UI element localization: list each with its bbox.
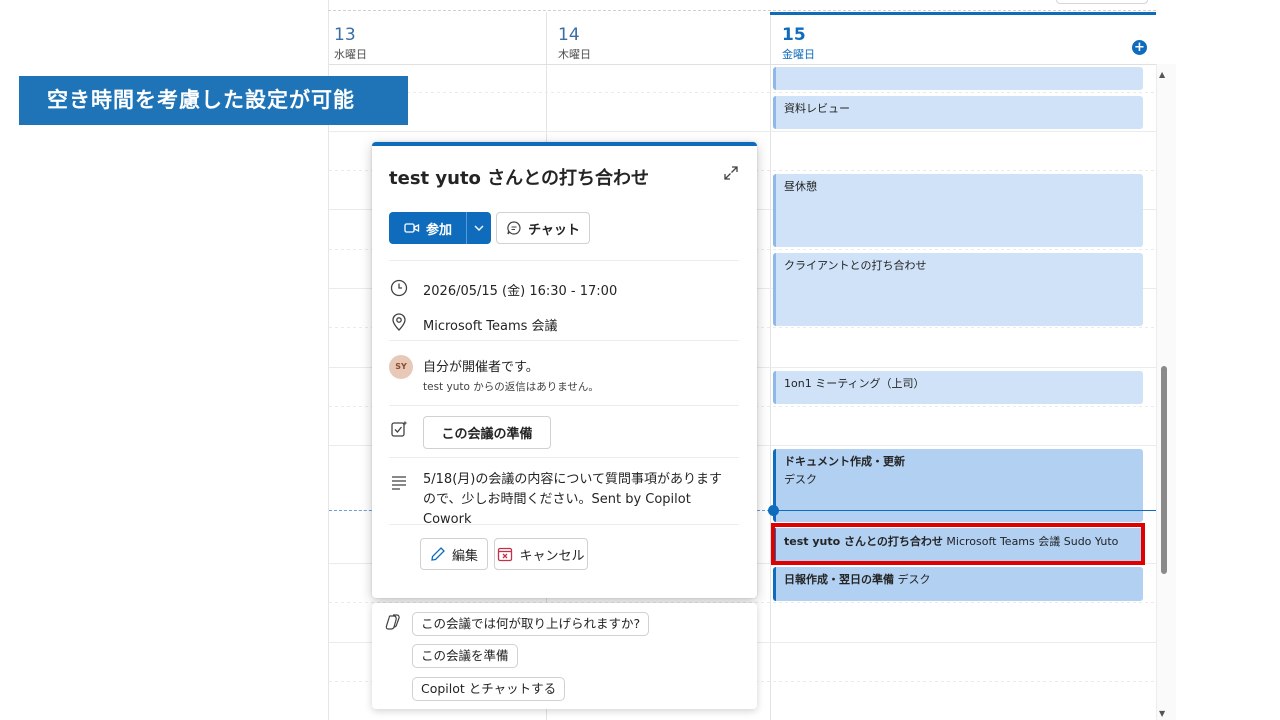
avatar[interactable]: SY [389, 355, 413, 379]
edit-button[interactable]: 編集 [420, 538, 488, 570]
chat-icon [507, 221, 521, 235]
event-description: 5/18(月)の会議の内容について質問事項がありますので、少しお時間ください。S… [423, 472, 722, 527]
day-number: 14 [558, 25, 580, 45]
day-header-15[interactable]: 15 金曜日 [776, 12, 1156, 64]
join-button[interactable]: 参加 [389, 212, 467, 244]
day-header-14[interactable]: 14 木曜日 [552, 12, 770, 64]
calendar-event-lunch[interactable]: 昼休憩 [773, 174, 1143, 247]
event-datetime: 2026/05/15 (金) 16:30 - 17:00 [423, 284, 618, 299]
copilot-suggestion-chip[interactable]: Copilot とチャットする [412, 677, 566, 701]
scroll-up-icon[interactable]: ▲ [1159, 70, 1165, 79]
task-sparkle-icon [391, 420, 408, 437]
prepare-meeting-button[interactable]: この会議の準備 [423, 416, 551, 449]
calendar-event-document[interactable]: ドキュメント作成・更新 デスク [773, 449, 1143, 522]
join-options-button[interactable] [467, 212, 491, 244]
divider [389, 405, 739, 406]
event-details-popup: test yuto さんとの打ち合わせ 参加 チャット 2026/05/15 (… [372, 142, 757, 598]
response-status: test yuto からの返信はありません。 [423, 381, 599, 393]
current-time-line [775, 510, 1156, 511]
scrollbar-thumb[interactable] [1161, 366, 1167, 574]
expand-icon[interactable] [722, 164, 740, 182]
divider [389, 260, 739, 261]
copilot-icon [385, 614, 400, 630]
toolbar-edge [1056, 0, 1148, 4]
calendar-event[interactable] [773, 67, 1143, 90]
divider [389, 340, 739, 341]
current-time-dot [768, 505, 779, 516]
divider [389, 524, 739, 525]
calendar-event-report[interactable]: 日報作成・翌日の準備 デスク [773, 567, 1143, 601]
event-title: 1on1 ミーティング（上司） [784, 377, 925, 390]
hour-line [329, 131, 1156, 132]
annotation-banner: 空き時間を考慮した設定が可能 [19, 76, 408, 125]
top-divider [328, 10, 1156, 11]
day-number: 13 [334, 25, 356, 45]
event-location: デスク [897, 573, 931, 586]
day-name: 金曜日 [782, 48, 815, 61]
edit-label: 編集 [451, 548, 478, 564]
copilot-suggestions-panel: この会議では何が取り上げられますか? この会議を準備 Copilot とチャット… [372, 603, 757, 709]
event-location: Microsoft Teams 会議 [423, 319, 558, 334]
calendar-event-1on1[interactable]: 1on1 ミーティング（上司） [773, 371, 1143, 404]
cancel-meeting-button[interactable]: キャンセル [494, 538, 588, 570]
organizer-status: 自分が開催者です。 [423, 360, 539, 375]
pencil-icon [431, 547, 445, 561]
plus-icon[interactable]: + [1132, 40, 1147, 55]
divider [389, 457, 739, 458]
event-title: 資料レビュー [784, 102, 850, 115]
event-title: 日報作成・翌日の準備 [784, 573, 894, 586]
day-header-13[interactable]: 13 水曜日 [328, 12, 546, 64]
hour-line [329, 92, 1156, 93]
highlight-box [771, 523, 1145, 565]
day-name: 水曜日 [334, 48, 367, 61]
calendar-event-review[interactable]: 資料レビュー [773, 96, 1143, 129]
copilot-suggestion-chip[interactable]: この会議では何が取り上げられますか? [412, 612, 650, 636]
location-icon [392, 313, 406, 331]
scroll-down-icon[interactable]: ▼ [1159, 709, 1165, 718]
clock-icon [390, 279, 408, 297]
event-title: ドキュメント作成・更新 [784, 455, 905, 468]
popup-title: test yuto さんとの打ち合わせ [389, 168, 650, 189]
day-divider [770, 12, 771, 720]
description-icon [392, 476, 406, 490]
video-icon [404, 223, 420, 233]
chevron-down-icon [474, 225, 484, 231]
join-button-group: 参加 [389, 212, 491, 244]
chat-label: チャット [528, 222, 580, 238]
join-label: 参加 [425, 222, 452, 238]
header-divider [329, 64, 1156, 65]
calendar-event-client[interactable]: クライアントとの打ち合わせ [773, 253, 1143, 326]
calendar-cancel-icon [498, 547, 513, 562]
day-number: 15 [782, 25, 806, 45]
screen: 13 水曜日 14 木曜日 15 金曜日 + 資料レビュー 昼休憩 クライアント… [0, 0, 1280, 720]
event-title: 昼休憩 [784, 180, 817, 193]
event-title: クライアントとの打ち合わせ [784, 259, 927, 272]
copilot-suggestion-chip[interactable]: この会議を準備 [412, 644, 518, 668]
day-name: 木曜日 [558, 48, 591, 61]
chat-button[interactable]: チャット [496, 212, 590, 244]
event-location: デスク [784, 473, 817, 486]
cancel-label: キャンセル [519, 548, 585, 564]
